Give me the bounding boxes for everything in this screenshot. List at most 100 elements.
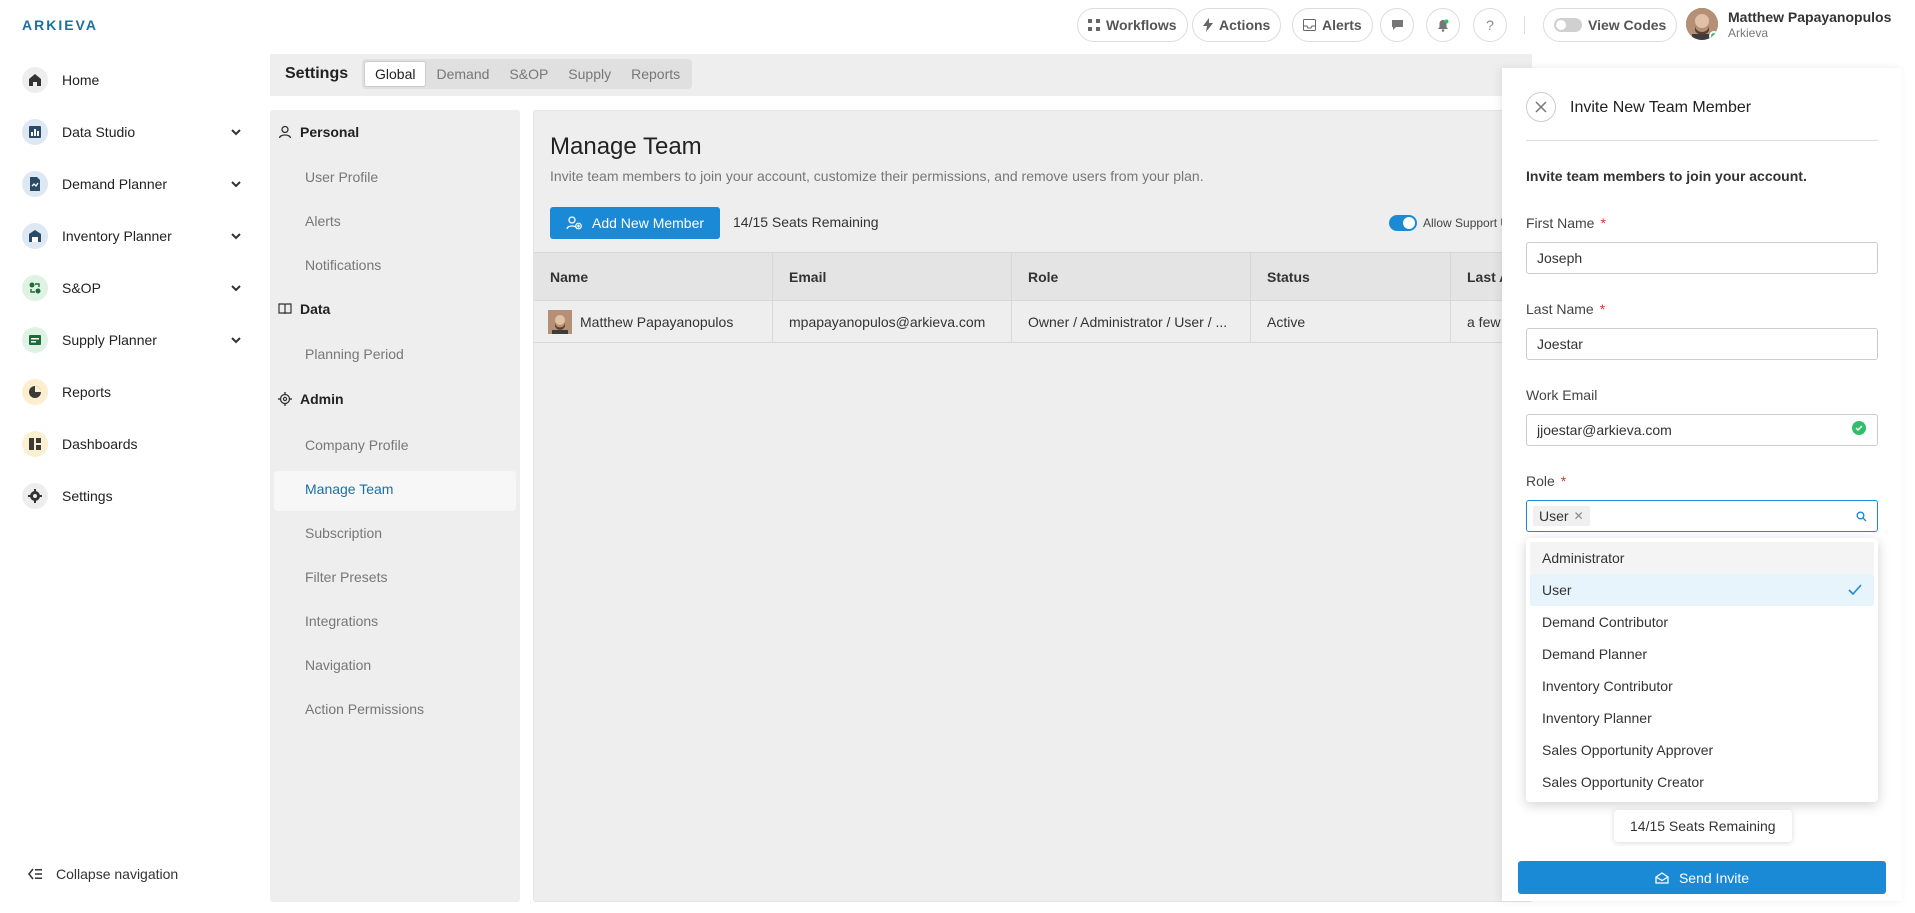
view-codes-toggle[interactable]: View Codes	[1543, 8, 1678, 42]
column-header-status[interactable]: Status	[1251, 253, 1451, 300]
inbox-icon	[1303, 19, 1316, 31]
last-name-label: Last Name *	[1526, 301, 1606, 317]
chat-button[interactable]	[1380, 8, 1414, 42]
tab-reports[interactable]: Reports	[621, 61, 690, 87]
settings-item-filter-presets[interactable]: Filter Presets	[305, 569, 387, 585]
sidebar-item-sop[interactable]: S&OP	[22, 270, 242, 306]
role-chip-label: User	[1539, 508, 1569, 524]
manage-team-content: Manage Team Invite team members to join …	[533, 110, 1534, 902]
workflows-button[interactable]: Workflows	[1077, 8, 1188, 42]
close-panel-button[interactable]	[1526, 92, 1556, 122]
chevron-down-icon[interactable]	[230, 126, 242, 138]
table-row[interactable]: Matthew Papayanopulos mpapayanopulos@ark…	[534, 301, 1534, 343]
settings-item-integrations[interactable]: Integrations	[305, 613, 378, 629]
topbar-divider	[1524, 16, 1525, 34]
tab-sop[interactable]: S&OP	[499, 61, 558, 87]
sidebar-item-home[interactable]: Home	[22, 62, 242, 98]
table-header: Name Email Role Status Last A	[534, 252, 1534, 301]
lightning-icon	[1203, 18, 1213, 32]
settings-group-label: Personal	[300, 124, 360, 140]
page-subtitle: Invite team members to join your account…	[550, 168, 1204, 184]
work-email-field[interactable]	[1526, 414, 1878, 446]
actions-button[interactable]: Actions	[1192, 8, 1282, 42]
notifications-button[interactable]	[1426, 8, 1460, 42]
role-chip-user: User ✕	[1533, 506, 1590, 526]
sidebar-item-label: Inventory Planner	[62, 228, 172, 244]
chevron-down-icon[interactable]	[230, 282, 242, 294]
user-avatar[interactable]	[1686, 8, 1718, 40]
settings-group-admin: Admin	[278, 391, 344, 407]
remove-chip-icon[interactable]: ✕	[1574, 509, 1584, 523]
role-option-inventory-planner[interactable]: Inventory Planner	[1530, 702, 1874, 734]
user-org: Arkieva	[1728, 26, 1769, 40]
sidebar-item-dashboards[interactable]: Dashboards	[22, 426, 242, 462]
role-option-administrator[interactable]: Administrator	[1530, 542, 1874, 574]
settings-item-user-profile[interactable]: User Profile	[305, 169, 378, 185]
tab-global[interactable]: Global	[364, 61, 427, 87]
settings-item-alerts[interactable]: Alerts	[305, 213, 341, 229]
chevron-down-icon[interactable]	[230, 334, 242, 346]
settings-item-planning-period[interactable]: Planning Period	[305, 346, 404, 362]
allow-support-switch[interactable]	[1389, 215, 1417, 231]
settings-item-subscription[interactable]: Subscription	[305, 525, 382, 541]
chevron-down-icon[interactable]	[230, 230, 242, 242]
settings-nav: Personal User Profile Alerts Notificatio…	[270, 110, 520, 902]
role-select[interactable]: User ✕	[1526, 500, 1878, 532]
sidebar-item-inventory-planner[interactable]: Inventory Planner	[22, 218, 242, 254]
sidebar-item-label: Demand Planner	[62, 176, 168, 192]
collapse-navigation-button[interactable]: Collapse navigation	[28, 866, 178, 882]
first-name-label: First Name *	[1526, 215, 1606, 231]
send-invite-label: Send Invite	[1678, 869, 1750, 886]
role-option-inventory-contributor[interactable]: Inventory Contributor	[1530, 670, 1874, 702]
pie-icon	[22, 379, 48, 405]
settings-group-label: Data	[300, 301, 331, 317]
help-button[interactable]: ?	[1473, 8, 1507, 42]
settings-item-action-permissions[interactable]: Action Permissions	[305, 701, 424, 717]
sidebar-item-data-studio[interactable]: Data Studio	[22, 114, 242, 150]
sidebar-item-demand-planner[interactable]: Demand Planner	[22, 166, 242, 202]
column-header-role[interactable]: Role	[1012, 253, 1251, 300]
column-header-email[interactable]: Email	[773, 253, 1012, 300]
settings-item-manage-team[interactable]: Manage Team	[305, 481, 393, 497]
sidebar-item-supply-planner[interactable]: Supply Planner	[22, 322, 242, 358]
alerts-label: Alerts	[1322, 17, 1362, 33]
workflows-label: Workflows	[1106, 17, 1177, 33]
sidebar-item-label: Settings	[62, 488, 113, 504]
actions-label: Actions	[1219, 17, 1271, 33]
settings-group-personal: Personal	[278, 124, 359, 140]
role-option-demand-contributor[interactable]: Demand Contributor	[1530, 606, 1874, 638]
email-valid-check-icon	[1852, 421, 1866, 435]
send-invite-button[interactable]: Send Invite	[1518, 861, 1886, 894]
sidebar-item-label: S&OP	[62, 280, 101, 296]
settings-item-company-profile[interactable]: Company Profile	[305, 437, 409, 453]
cell-role: Owner / Administrator / User / ...	[1012, 301, 1251, 342]
cycle-icon	[22, 275, 48, 301]
role-option-user[interactable]: User	[1530, 574, 1874, 606]
first-name-field[interactable]	[1526, 242, 1878, 274]
work-email-label: Work Email	[1526, 387, 1598, 403]
view-codes-switch[interactable]	[1554, 18, 1582, 32]
team-table: Name Email Role Status Last A Matthew Pa…	[534, 252, 1534, 343]
add-new-member-button[interactable]: Add New Member	[550, 207, 721, 239]
bell-icon	[1437, 19, 1449, 32]
user-name[interactable]: Matthew Papayanopulos	[1728, 9, 1891, 25]
sidebar-item-reports[interactable]: Reports	[22, 374, 242, 410]
column-header-name[interactable]: Name	[534, 253, 773, 300]
allow-support-toggle[interactable]: Allow Support U	[1389, 215, 1509, 231]
settings-group-label: Admin	[300, 391, 344, 407]
tab-supply[interactable]: Supply	[558, 61, 621, 87]
sidebar-item-settings[interactable]: Settings	[22, 478, 242, 514]
settings-item-navigation[interactable]: Navigation	[305, 657, 371, 673]
tab-demand[interactable]: Demand	[426, 61, 499, 87]
role-label: Role *	[1526, 473, 1567, 489]
settings-item-notifications[interactable]: Notifications	[305, 257, 381, 273]
view-codes-label: View Codes	[1588, 17, 1667, 33]
role-option-sales-opportunity-creator[interactable]: Sales Opportunity Creator	[1530, 766, 1874, 798]
role-option-sales-opportunity-approver[interactable]: Sales Opportunity Approver	[1530, 734, 1874, 766]
chevron-down-icon[interactable]	[230, 178, 242, 190]
dashboard-icon	[22, 431, 48, 457]
alerts-button[interactable]: Alerts	[1292, 8, 1373, 42]
app-logo[interactable]: ARKIEVA	[22, 17, 98, 33]
last-name-field[interactable]	[1526, 328, 1878, 360]
role-option-demand-planner[interactable]: Demand Planner	[1530, 638, 1874, 670]
